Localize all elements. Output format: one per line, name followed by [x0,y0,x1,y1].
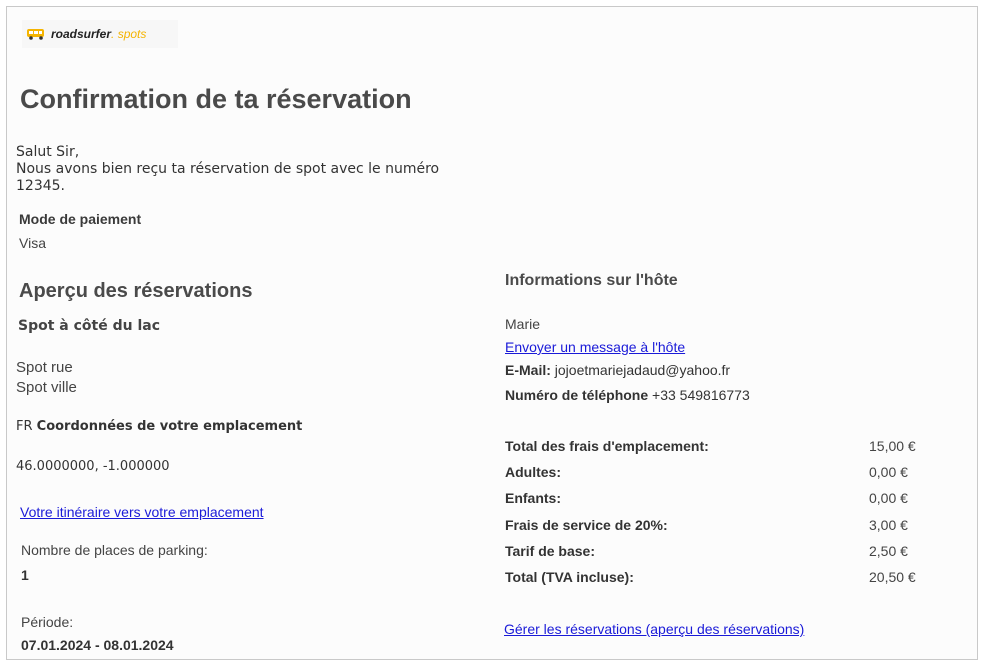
host-phone: Numéro de téléphone +33 549816773 [505,387,750,403]
fee-row: Adultes: 0,00 € [505,464,945,490]
payment-method-value: Visa [19,235,46,251]
fee-value: 15,00 € [869,438,916,454]
coordinates-country: FR [16,419,33,434]
fee-row: Enfants: 0,00 € [505,490,945,516]
host-phone-value: +33 549816773 [652,387,750,403]
manage-reservations-link[interactable]: Gérer les réservations (aperçu des réser… [504,621,804,637]
coordinates-value: 46.0000000, -1.000000 [16,459,170,474]
greeting-text: Salut Sir, Nous avons bien reçu ta réser… [16,144,456,195]
page-title: Confirmation de ta réservation [20,84,412,114]
greeting-line-1: Salut Sir, [16,144,80,160]
period-label: Période: [21,614,74,630]
parking-value: 1 [21,567,29,583]
roadsurfer-logo: roadsurfer. spots [22,20,178,48]
fees-table: Total des frais d'emplacement: 15,00 € A… [505,438,945,595]
fee-label: Enfants: [505,490,561,507]
fee-row: Total des frais d'emplacement: 15,00 € [505,438,945,464]
fee-value: 20,50 € [869,568,916,585]
spot-street: Spot rue [16,359,73,376]
route-link[interactable]: Votre itinéraire vers votre emplacement [20,504,264,520]
period-value: 07.01.2024 - 08.01.2024 [21,637,174,653]
spot-city: Spot ville [16,379,77,396]
payment-method-label: Mode de paiement [19,211,142,227]
fee-value: 3,00 € [869,516,908,533]
fee-label: Total des frais d'emplacement: [505,438,709,454]
fee-label: Adultes: [505,464,561,481]
fee-value: 2,50 € [869,542,908,559]
fee-row: Frais de service de 20%: 3,00 € [505,517,945,543]
fee-row: Tarif de base: 2,50 € [505,543,945,569]
fee-row-total: Total (TVA incluse): 20,50 € [505,569,945,595]
coordinates-label: Coordonnées de votre emplacement [36,419,303,434]
host-phone-label: Numéro de téléphone [505,387,649,403]
overview-title: Aperçu des réservations [19,280,253,302]
spot-address: Spot rue Spot ville [16,358,77,398]
host-name: Marie [505,316,541,332]
host-email: E-Mail: jojoetmariejadaud@yahoo.fr [505,362,730,378]
fee-label: Frais de service de 20%: [505,516,668,533]
logo-text: roadsurfer. spots [51,27,147,41]
parking-label: Nombre de places de parking: [21,542,208,558]
fee-label: Tarif de base: [505,542,595,559]
host-email-value: jojoetmariejadaud@yahoo.fr [554,362,731,378]
message-host-link[interactable]: Envoyer un message à l'hôte [505,339,685,355]
coordinates-heading: FR Coordonnées de votre emplacement [16,419,302,434]
fee-label: Total (TVA incluse): [505,568,634,585]
fee-value: 0,00 € [869,490,908,507]
host-info-title: Informations sur l'hôte [505,272,678,289]
fee-value: 0,00 € [869,464,908,481]
van-icon [27,29,44,40]
greeting-line-2: Nous avons bien reçu ta réservation de s… [16,161,440,194]
spot-name: Spot à côté du lac [18,318,160,334]
host-email-label: E-Mail: [505,362,551,378]
